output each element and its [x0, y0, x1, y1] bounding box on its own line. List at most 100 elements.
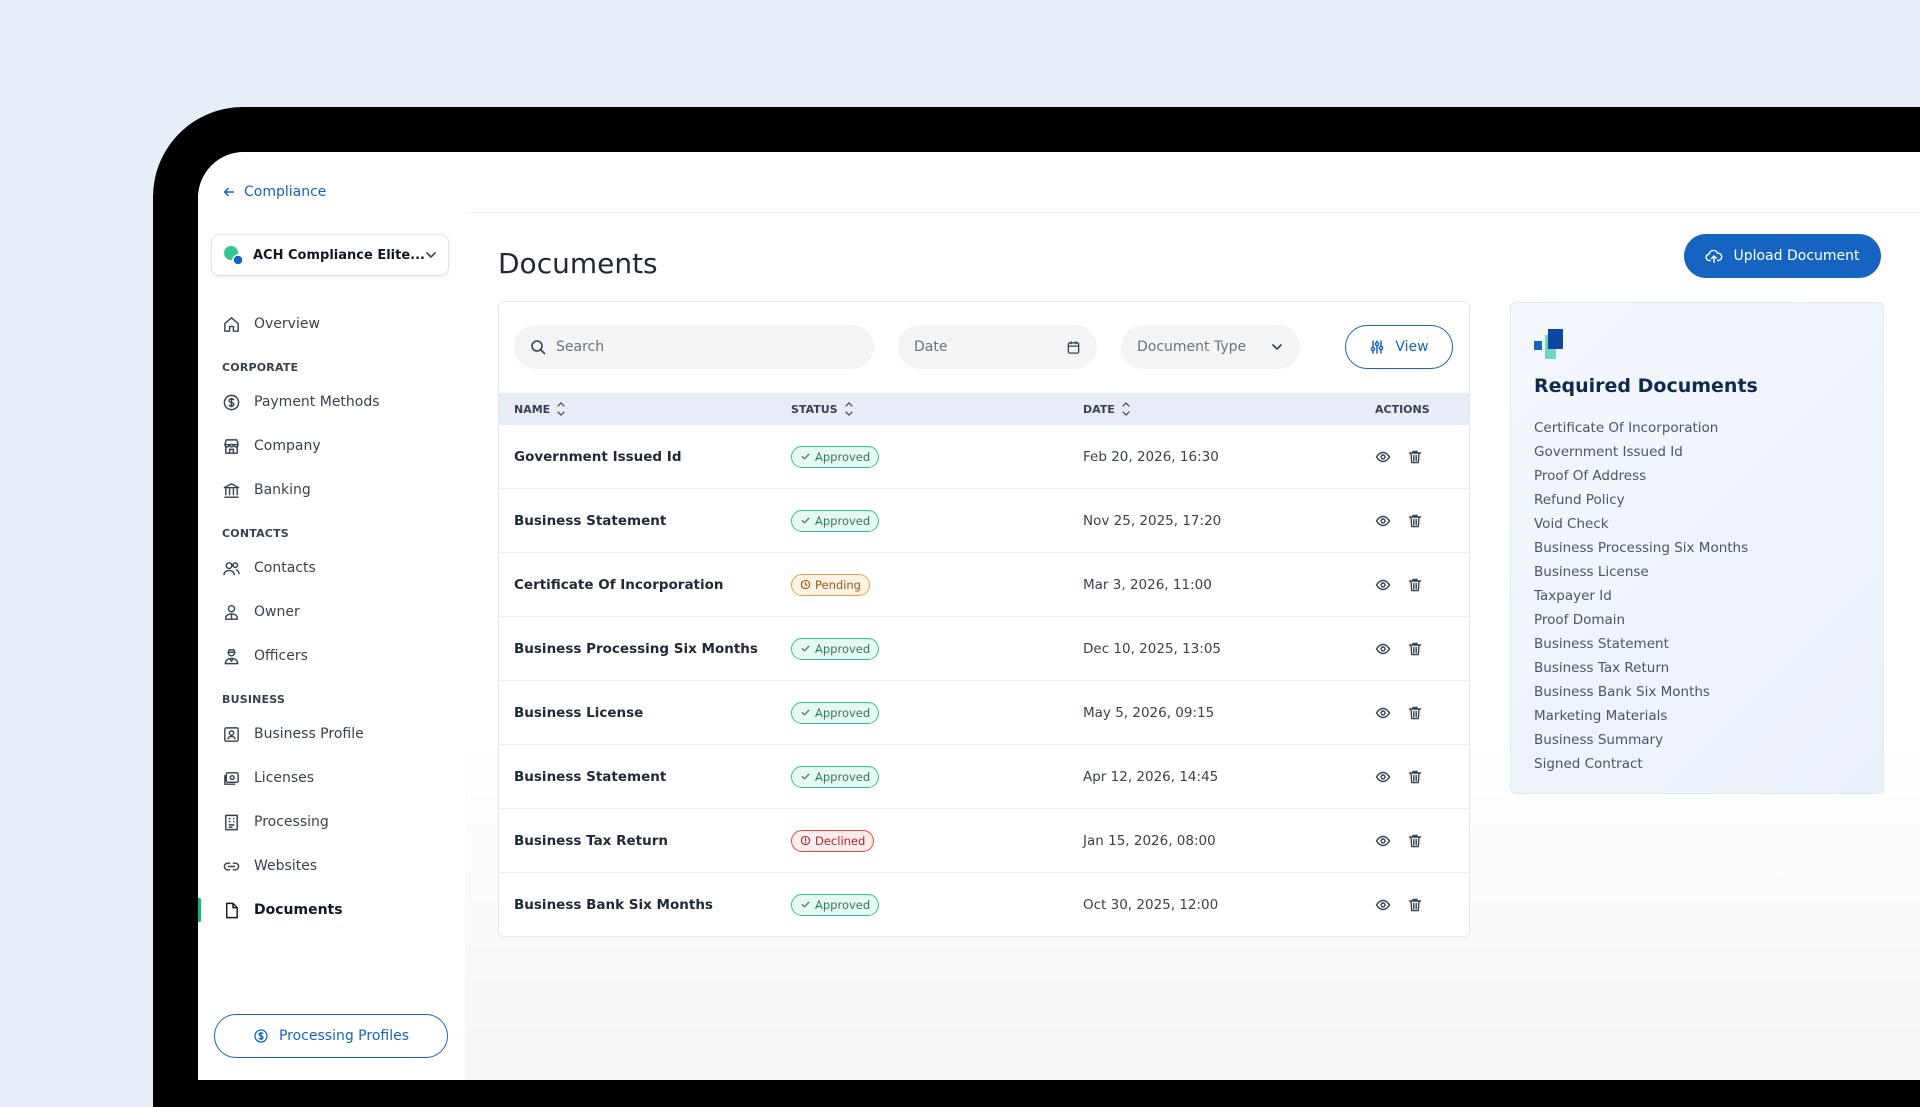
section-label-business: BUSINESS [222, 693, 286, 706]
required-documents-title: Required Documents [1534, 375, 1758, 397]
table-row: Business Statement Approved Nov 25, 2025, … [499, 488, 1469, 553]
trash-icon[interactable] [1407, 833, 1423, 849]
date-picker[interactable]: Date [898, 325, 1097, 369]
status-badge: Approved [791, 701, 880, 724]
trash-icon[interactable] [1407, 513, 1423, 529]
table-row: Business Statement Approved Apr 12, 2026, … [499, 744, 1469, 809]
eye-icon[interactable] [1375, 705, 1391, 721]
document-type-select[interactable]: Document Type [1121, 325, 1300, 369]
sidebar-item-contacts[interactable]: Contacts [198, 546, 465, 590]
processing-profiles-button[interactable]: Processing Profiles [214, 1014, 448, 1058]
sidebar-item-processing[interactable]: Processing [198, 800, 465, 844]
document-name: Business Tax Return [514, 832, 668, 849]
document-name-cell: Business Tax Return [499, 808, 791, 873]
processing-profiles-label: Processing Profiles [278, 1028, 410, 1044]
sidebar-item-business-profile[interactable]: Business Profile [198, 712, 465, 756]
sidebar-item-label: Licenses [254, 770, 315, 786]
document-name-cell: Business Statement [499, 744, 791, 809]
status-label: Declined [815, 833, 866, 848]
section-label-contacts: CONTACTS [222, 527, 289, 540]
required-document-item: Signed Contract [1534, 756, 1643, 772]
officer-icon [224, 648, 239, 664]
status-cell: Approved [791, 616, 1083, 681]
sidebar-item-overview[interactable]: Overview [198, 302, 465, 346]
sidebar-item-websites[interactable]: Websites [198, 844, 465, 888]
column-header-status[interactable]: STATUS [791, 393, 1083, 425]
eye-icon[interactable] [1375, 769, 1391, 785]
trash-icon[interactable] [1407, 641, 1423, 657]
page-title: Documents [498, 247, 658, 280]
eye-icon[interactable] [1375, 577, 1391, 593]
sidebar-item-label: Documents [254, 902, 343, 918]
home-icon [224, 316, 239, 332]
section-label-corporate: CORPORATE [222, 361, 299, 374]
sidebar-item-documents[interactable]: Documents [198, 888, 465, 932]
trash-icon[interactable] [1407, 577, 1423, 593]
sidebar-item-label: Payment Methods [254, 394, 380, 410]
eye-icon[interactable] [1375, 449, 1391, 465]
sidebar-item-officers[interactable]: Officers [198, 634, 465, 678]
document-icon [226, 902, 238, 918]
sidebar-item-label: Processing [254, 814, 329, 830]
status-label: Approved [815, 641, 871, 656]
arrow-left-icon [223, 187, 235, 197]
search-icon [531, 340, 546, 355]
required-document-item: Void Check [1534, 516, 1609, 532]
date-cell: Apr 12, 2026, 14:45 [1083, 744, 1375, 809]
document-name-cell: Certificate Of Incorporation [499, 552, 791, 617]
sidebar-item-label: Business Profile [254, 726, 364, 742]
date-cell: May 5, 2026, 09:15 [1083, 680, 1375, 745]
trash-icon[interactable] [1407, 705, 1423, 721]
actions-cell [1375, 488, 1469, 553]
sidebar-item-payment-methods[interactable]: Payment Methods [198, 380, 465, 424]
search-placeholder: Search [556, 339, 605, 355]
document-name-cell: Business Statement [499, 488, 791, 553]
eye-icon[interactable] [1375, 641, 1391, 657]
trash-icon[interactable] [1407, 897, 1423, 913]
document-date: Feb 20, 2026, 16:30 [1083, 448, 1219, 465]
document-name: Government Issued Id [514, 448, 682, 465]
upload-document-button[interactable]: Upload Document [1684, 234, 1881, 278]
column-header-date[interactable]: DATE [1083, 393, 1375, 425]
receipt-icon [225, 814, 238, 830]
required-documents-panel: Required Documents Certificate Of Incorp… [1510, 302, 1884, 794]
document-type-placeholder: Document Type [1137, 339, 1247, 355]
status-approved-icon [801, 709, 810, 716]
account-logo-icon [224, 246, 244, 266]
table-row: Business Tax Return Declined Jan 15, 2026,… [499, 808, 1469, 873]
sidebar-item-label: Contacts [254, 560, 316, 576]
sidebar-item-label: Banking [254, 482, 311, 498]
document-name: Business Bank Six Months [514, 896, 713, 913]
eye-icon[interactable] [1375, 513, 1391, 529]
sidebar-item-licenses[interactable]: Licenses [198, 756, 465, 800]
trash-icon[interactable] [1407, 769, 1423, 785]
required-document-item: Taxpayer Id [1534, 588, 1612, 604]
document-name: Certificate Of Incorporation [514, 576, 724, 593]
sidebar-item-owner[interactable]: Owner [198, 590, 465, 634]
dollar-circle-icon [254, 1029, 268, 1043]
column-header-actions: ACTIONS [1375, 393, 1469, 425]
users-icon [223, 561, 240, 575]
column-header-label: STATUS [791, 402, 838, 416]
view-button[interactable]: View [1345, 325, 1453, 369]
sidebar-item-company[interactable]: Company [198, 424, 465, 468]
sidebar-item-banking[interactable]: Banking [198, 468, 465, 512]
column-header-name[interactable]: NAME [499, 393, 791, 425]
date-placeholder: Date [914, 339, 948, 355]
actions-cell [1375, 425, 1469, 489]
document-name-cell: Business License [499, 680, 791, 745]
eye-icon[interactable] [1375, 897, 1391, 913]
search-input[interactable]: Search [514, 325, 874, 369]
back-to-compliance-link[interactable]: Compliance [222, 184, 326, 200]
document-date: May 5, 2026, 09:15 [1083, 704, 1215, 721]
calendar-icon [1067, 340, 1080, 354]
profile-card-icon [224, 726, 239, 742]
status-cell: Approved [791, 873, 1083, 937]
account-selector[interactable]: ACH Compliance Elite... [212, 235, 448, 275]
required-document-item: Refund Policy [1534, 492, 1625, 508]
trash-icon[interactable] [1407, 449, 1423, 465]
actions-cell [1375, 680, 1469, 745]
column-header-label: DATE [1083, 402, 1115, 416]
eye-icon[interactable] [1375, 833, 1391, 849]
dollar-circle-icon [223, 394, 240, 410]
